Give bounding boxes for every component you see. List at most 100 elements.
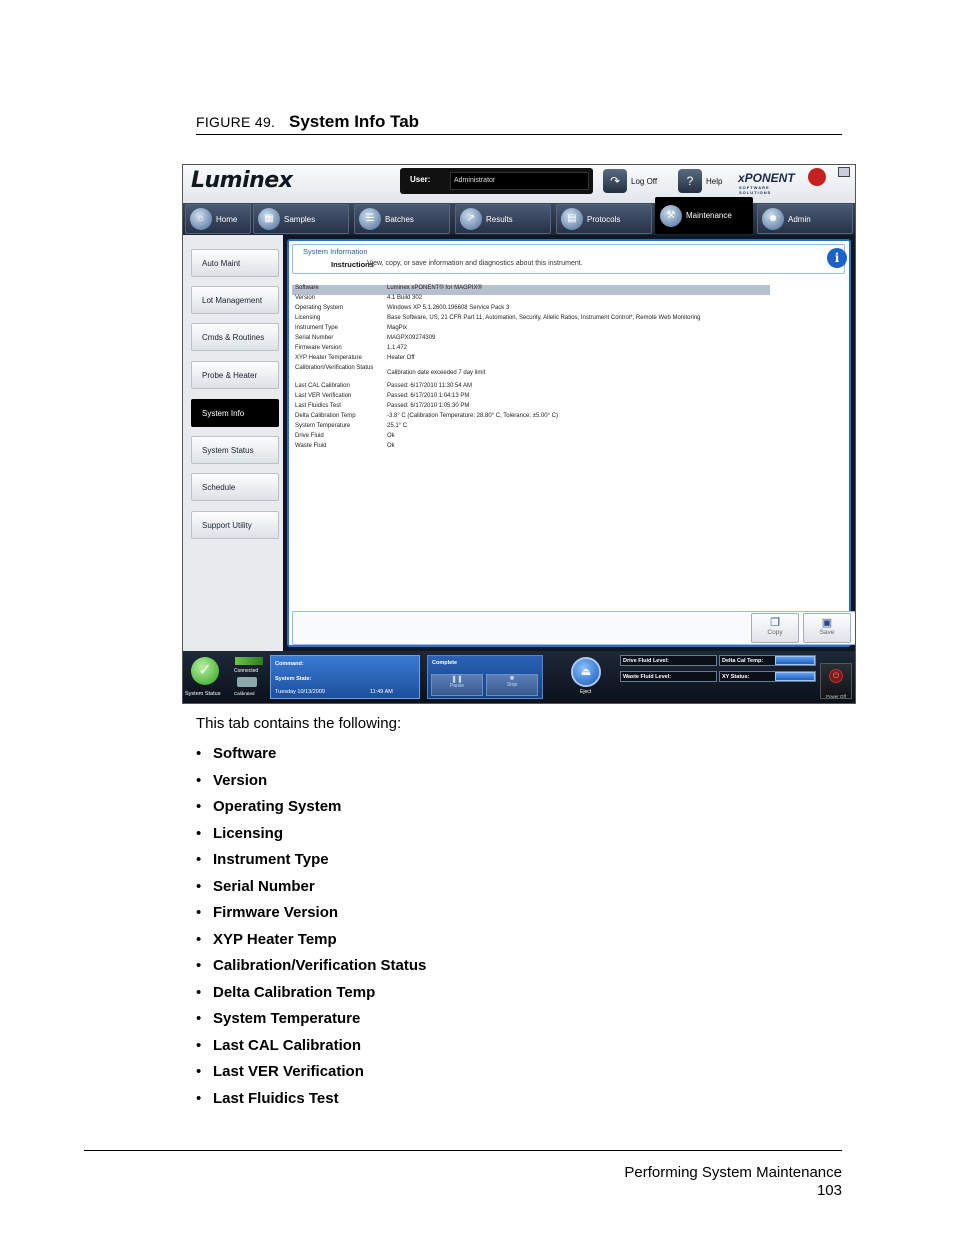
- xy-status-label: XY Status:: [722, 674, 750, 680]
- info-value: 25.1° C: [387, 423, 408, 429]
- list-item: • Firmware Version: [196, 904, 339, 921]
- info-row: Serial Number MAGPX09274309: [292, 335, 770, 345]
- info-key: Waste Fluid: [295, 443, 327, 449]
- connection-status: Connected Calibrated: [233, 655, 267, 699]
- stop-label: Stop: [506, 682, 518, 688]
- info-value: 1.1.472: [387, 345, 408, 351]
- pause-label: Pause: [449, 683, 465, 689]
- sidebar-item-probe-heater[interactable]: Probe & Heater: [191, 361, 279, 389]
- sidebar-item-cmds-routines[interactable]: Cmds & Routines: [191, 323, 279, 351]
- info-key: Version: [295, 295, 316, 301]
- status-date: Tuesday 10/13/2009: [275, 689, 325, 695]
- tab-samples[interactable]: ▦ Samples: [253, 204, 349, 234]
- home-icon: ⌂: [190, 208, 212, 230]
- system-info-panel: System Information Instructions View, co…: [287, 239, 855, 647]
- connected-icon: [235, 657, 263, 665]
- stop-button[interactable]: ■ Stop: [486, 674, 538, 696]
- progress-box: Complete ❚❚ Pause ■ Stop: [427, 655, 543, 699]
- help-button[interactable]: ? Help: [678, 168, 722, 194]
- complete-label: Complete: [432, 660, 458, 666]
- info-row: Last VER Verification Passed: 6/17/2010 1…: [292, 393, 770, 403]
- list-item-text: System Temperature: [213, 1010, 361, 1027]
- info-value: Calibration date exceeded 7 day limit: [387, 370, 486, 376]
- user-field[interactable]: Administrator: [450, 172, 589, 190]
- eject-button[interactable]: ⏏: [571, 657, 601, 687]
- calibrated-icon: [237, 677, 257, 687]
- info-row: Firmware Version 1.1.472: [292, 345, 770, 355]
- logoff-button[interactable]: ↷ Log Off: [603, 168, 657, 194]
- tab-label: Results: [486, 214, 513, 224]
- copy-icon: ❐: [770, 617, 780, 629]
- list-item: • Instrument Type: [196, 851, 329, 868]
- drive-fluid-level: Drive Fluid Level:: [620, 655, 717, 666]
- info-value: Windows XP 5.1.2600.196608 Service Pack …: [387, 305, 510, 311]
- list-item-text: Last Fluidics Test: [213, 1089, 339, 1107]
- panel-header: System Information Instructions View, co…: [292, 244, 847, 274]
- list-item: • Software: [196, 745, 277, 762]
- info-icon[interactable]: i: [827, 248, 847, 268]
- tab-batches[interactable]: ☰ Batches: [354, 204, 450, 234]
- info-row: XYP Heater Temperature Heater Off: [292, 355, 770, 365]
- sidebar-item-system-info[interactable]: System Info: [191, 399, 279, 427]
- waste-fluid-level: Waste Fluid Level:: [620, 671, 717, 682]
- sidebar-item-lot-management[interactable]: Lot Management: [191, 286, 279, 314]
- tab-label: Admin: [788, 214, 811, 224]
- admin-icon: ☻: [762, 208, 784, 230]
- list-item-text: Operating System: [213, 798, 342, 815]
- info-key: Calibration/Verification Status: [295, 365, 374, 371]
- status-time: 11:49 AM: [370, 689, 393, 695]
- pause-button[interactable]: ❚❚ Pause: [431, 674, 483, 696]
- list-item: • System Temperature: [196, 1010, 361, 1027]
- info-row: Delta Calibration Temp -3.8° C (Calibrati…: [292, 413, 770, 423]
- window-button[interactable]: [838, 167, 850, 177]
- logoff-label: Log Off: [631, 176, 658, 186]
- list-item-text: Last VER Verification: [213, 1063, 364, 1080]
- info-value: Luminex xPONENT® for MAGPIX®: [387, 285, 482, 291]
- user-label: User:: [410, 175, 431, 184]
- info-key: Last VER Verification: [295, 393, 352, 399]
- tab-maintenance[interactable]: ⚒ Maintenance: [655, 197, 753, 234]
- list-item: • Last CAL Calibration: [196, 1036, 362, 1054]
- info-key: Drive Fluid: [295, 433, 324, 439]
- sidebar-item-system-status[interactable]: System Status: [191, 436, 279, 464]
- intro-text: This tab contains the following:: [196, 715, 402, 732]
- system-status-label: System Status: [185, 691, 221, 697]
- pause-icon: ❚❚: [451, 676, 463, 683]
- tab-home[interactable]: ⌂ Home: [185, 204, 251, 234]
- footer-section-title: Performing System Maintenance: [624, 1164, 842, 1181]
- info-key: XYP Heater Temperature: [295, 355, 362, 361]
- list-item: • Last Fluidics Test: [196, 1089, 339, 1107]
- info-row: Drive Fluid Ok: [292, 433, 770, 443]
- sidebar-item-schedule[interactable]: Schedule: [191, 473, 279, 501]
- tab-results[interactable]: ↗ Results: [455, 204, 551, 234]
- list-item: • Delta Calibration Temp: [196, 983, 376, 1001]
- info-value: MagPix: [387, 325, 408, 331]
- info-value: Base Software, US, 21 CFR Part 11, Autom…: [387, 315, 701, 321]
- eject-label: Eject: [580, 689, 592, 695]
- list-item: • Licensing: [196, 824, 284, 842]
- copy-button[interactable]: ❐ Copy: [751, 613, 799, 643]
- info-key: Delta Calibration Temp: [295, 413, 356, 419]
- samples-icon: ▦: [258, 208, 280, 230]
- delta-cal-temp-bar: [775, 656, 815, 665]
- tab-admin[interactable]: ☻ Admin: [757, 204, 853, 234]
- sidebar-item-auto-maint[interactable]: Auto Maint: [191, 249, 279, 277]
- power-icon: ⏻: [829, 669, 843, 683]
- tab-protocols[interactable]: ▤ Protocols: [556, 204, 652, 234]
- sidebar-item-support-utility[interactable]: Support Utility: [191, 511, 279, 539]
- info-row: Instrument Type MagPix: [292, 325, 770, 335]
- brand-dot-icon: [808, 168, 826, 186]
- waste-fluid-label: Waste Fluid Level:: [623, 674, 672, 680]
- save-button[interactable]: ▣ Save: [803, 613, 851, 643]
- info-row: Last Fluidics Test Passed: 6/17/2010 1:05…: [292, 403, 770, 413]
- protocols-icon: ▤: [561, 208, 583, 230]
- list-item-text: XYP Heater Temp: [213, 930, 337, 948]
- info-key: Last CAL Calibration: [295, 383, 350, 389]
- list-item-text: Software: [213, 745, 277, 762]
- top-bar: Luminex User: Administrator ↷ Log Off ? …: [183, 165, 855, 203]
- info-value: MAGPX09274309: [387, 335, 436, 341]
- power-off-button[interactable]: ⏻ Power Off: [820, 663, 852, 699]
- xponent-name: xPONENT: [738, 171, 795, 185]
- list-item: • Last VER Verification: [196, 1063, 364, 1080]
- system-status-button[interactable]: ✓: [191, 657, 219, 685]
